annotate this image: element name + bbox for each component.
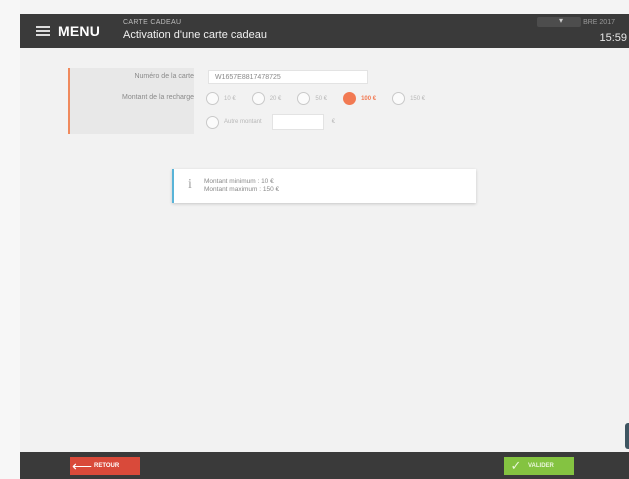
radio-circle xyxy=(251,92,265,105)
other-amount-input[interactable] xyxy=(271,114,324,130)
side-panel-tab[interactable] xyxy=(625,423,629,449)
radio-circle-selected xyxy=(343,92,357,105)
chevron-down-icon: ▾ xyxy=(559,16,564,25)
radio-circle xyxy=(392,92,406,105)
card-number-input[interactable] xyxy=(208,70,368,84)
arrow-left-icon: ⟵ xyxy=(71,458,93,474)
other-amount-label: Autre montant xyxy=(224,119,262,125)
hamburger-icon xyxy=(36,26,50,36)
amount-option-100[interactable]: 100 € xyxy=(343,92,376,105)
amount-option-150[interactable]: 150 € xyxy=(392,92,425,105)
radio-circle xyxy=(206,115,219,129)
main-panel: Numéro de la carte Montant de la recharg… xyxy=(20,48,629,452)
section-label: CARTE CADEAU xyxy=(123,19,182,26)
amount-option-label: 20 € xyxy=(269,95,282,102)
amount-info-box: i Montant minimum : 10 € Montant maximum… xyxy=(172,169,476,203)
other-amount-option[interactable]: Autre montant xyxy=(206,115,262,129)
recharge-form: Numéro de la carte Montant de la recharg… xyxy=(68,68,488,134)
max-amount-text: Montant maximum : 150 € xyxy=(204,186,280,193)
amount-option-label: 10 € xyxy=(224,95,236,102)
check-icon: ✓ xyxy=(510,458,522,473)
footer-bar: ⟵ RETOUR ✓ VALIDER xyxy=(20,452,629,479)
amount-option-50[interactable]: 50 € xyxy=(297,92,327,105)
amount-option-label: 50 € xyxy=(315,95,328,102)
dropdown-toggle[interactable]: ▾ xyxy=(537,16,581,27)
radio-circle xyxy=(297,92,311,105)
menu-label: MENU xyxy=(58,23,101,39)
validate-button[interactable]: ✓ VALIDER xyxy=(504,457,574,475)
min-amount-text: Montant minimum : 10 € xyxy=(204,178,274,185)
radio-circle xyxy=(206,92,219,105)
other-amount-row: Autre montant € xyxy=(206,114,335,130)
page-title: Activation d'une carte cadeau xyxy=(123,29,267,41)
amount-label: Montant de la recharge xyxy=(122,94,194,101)
header-bar: MENU CARTE CADEAU Activation d'une carte… xyxy=(20,14,629,48)
amount-options: 10 € 20 € 50 € 100 € 150 € xyxy=(206,92,441,105)
euro-symbol: € xyxy=(331,119,336,125)
amount-option-label: 100 € xyxy=(361,95,377,102)
menu-button[interactable]: MENU xyxy=(36,22,100,40)
amount-option-10[interactable]: 10 € xyxy=(206,92,236,105)
card-number-label: Numéro de la carte xyxy=(134,73,194,80)
amount-option-label: 150 € xyxy=(410,95,426,102)
time-label: 15:59 xyxy=(599,32,627,44)
validate-label: VALIDER xyxy=(528,463,554,469)
back-label: RETOUR xyxy=(94,463,120,469)
left-margin xyxy=(0,0,20,479)
amount-option-20[interactable]: 20 € xyxy=(251,92,282,105)
info-icon: i xyxy=(188,177,192,192)
back-button[interactable]: ⟵ RETOUR xyxy=(70,457,140,475)
